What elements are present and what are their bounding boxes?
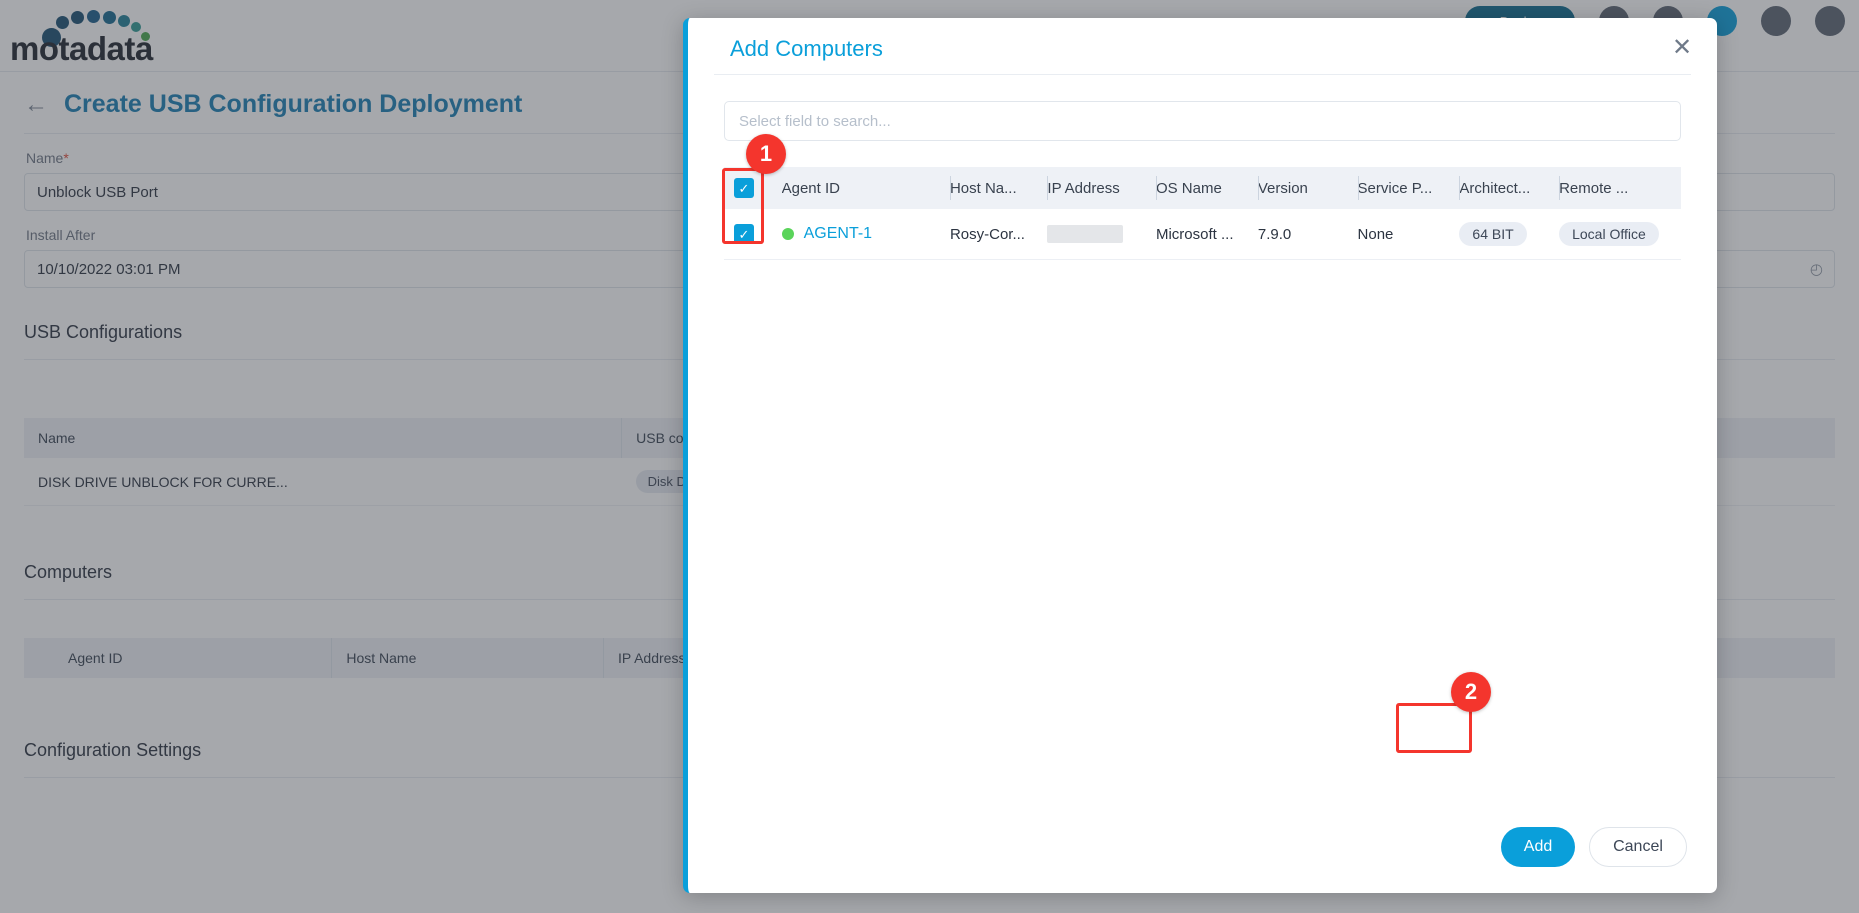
annotation-badge-1-label: 1 (760, 141, 772, 167)
annotation-badge-2-label: 2 (1465, 679, 1477, 705)
column-header-service-pack[interactable]: Service P... (1358, 167, 1460, 209)
computers-selection-table: ✓ Agent ID Host Na... IP Address OS Name… (724, 167, 1681, 260)
cell-ip-address (1047, 209, 1156, 260)
annotation-badge-2: 2 (1451, 672, 1491, 712)
row-select-cell: ✓ (724, 209, 782, 260)
dialog-body: Select field to search... ✓ Agent ID Hos… (688, 75, 1717, 893)
agent-id-link[interactable]: AGENT-1 (804, 225, 872, 242)
select-all-checkbox[interactable]: ✓ (734, 178, 754, 198)
cell-version: 7.9.0 (1258, 209, 1358, 260)
row-checkbox[interactable]: ✓ (734, 224, 754, 244)
table-header-row: ✓ Agent ID Host Na... IP Address OS Name… (724, 167, 1681, 209)
cell-service-pack: None (1358, 209, 1460, 260)
annotation-badge-1: 1 (746, 134, 786, 174)
cell-agent-id: AGENT-1 (782, 209, 950, 260)
select-all-column-header: ✓ (724, 167, 782, 209)
cell-os-name: Microsoft ... (1156, 209, 1258, 260)
cell-host-name: Rosy-Cor... (950, 209, 1047, 260)
dialog-header: Add Computers ✕ (688, 18, 1717, 74)
dialog-footer: Add Cancel (1501, 827, 1687, 867)
column-header-version[interactable]: Version (1258, 167, 1358, 209)
column-header-architecture[interactable]: Architect... (1459, 167, 1559, 209)
column-header-host-name-label: Host Na... (950, 180, 1017, 197)
cell-architecture: 64 BIT (1459, 209, 1559, 260)
close-icon[interactable]: ✕ (1669, 36, 1695, 62)
column-header-host-name[interactable]: Host Na... (950, 167, 1047, 209)
search-input[interactable]: Select field to search... (724, 101, 1681, 141)
cell-remote-office: Local Office (1559, 209, 1681, 260)
architecture-badge: 64 BIT (1459, 222, 1526, 246)
column-header-os-name-label: OS Name (1156, 180, 1222, 197)
add-computers-dialog: Add Computers ✕ Select field to search..… (683, 18, 1717, 893)
cancel-button[interactable]: Cancel (1589, 827, 1687, 867)
column-header-os-name[interactable]: OS Name (1156, 167, 1258, 209)
table-row[interactable]: ✓ AGENT-1 Rosy-Cor... Microsoft ... 7.9.… (724, 209, 1681, 260)
column-header-agent-id[interactable]: Agent ID (782, 167, 950, 209)
column-header-service-pack-label: Service P... (1358, 180, 1433, 197)
redacted-ip-address (1047, 225, 1123, 243)
column-header-version-label: Version (1258, 180, 1308, 197)
column-header-ip-address-label: IP Address (1047, 180, 1119, 197)
remote-office-badge: Local Office (1559, 222, 1659, 246)
add-button[interactable]: Add (1501, 827, 1575, 867)
column-header-remote-office-label: Remote ... (1559, 180, 1628, 197)
status-online-icon (782, 228, 794, 240)
column-header-architecture-label: Architect... (1459, 180, 1530, 197)
dialog-title: Add Computers (730, 36, 883, 62)
column-header-remote-office[interactable]: Remote ... (1559, 167, 1681, 209)
search-placeholder: Select field to search... (739, 113, 891, 130)
column-header-ip-address[interactable]: IP Address (1047, 167, 1156, 209)
